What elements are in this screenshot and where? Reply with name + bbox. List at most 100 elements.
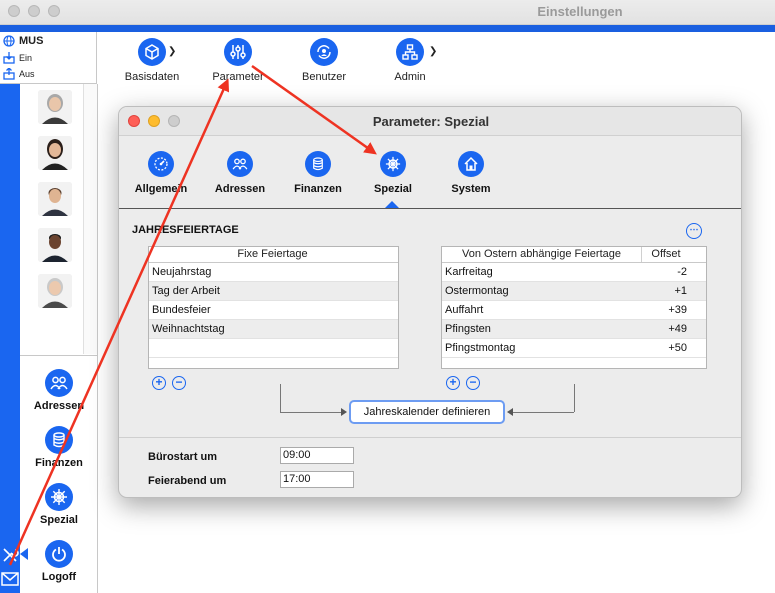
house-icon (458, 151, 484, 177)
remove-easter-button[interactable]: − (466, 376, 480, 390)
sidebar-item-spezial[interactable]: Spezial (20, 483, 98, 526)
cell-name: Neujahrstag (152, 266, 212, 278)
user-avatar[interactable] (38, 136, 72, 170)
sidebar-item-adressen[interactable]: Adressen (20, 369, 98, 412)
tab-label: System (451, 183, 491, 195)
people-icon (45, 369, 73, 397)
table-row[interactable]: Auffahrt +39 (442, 301, 706, 320)
fixed-holidays-table: Fixe Feiertage Neujahrstag Tag der Arbei… (148, 246, 399, 369)
chevron-down-icon[interactable]: ❯ (429, 46, 437, 57)
cell-offset: +1 (674, 285, 687, 297)
bracket-line (513, 412, 574, 413)
login-out-button[interactable]: Aus (3, 68, 35, 80)
gauge-icon (148, 151, 174, 177)
toolbar-label: Basisdaten (124, 71, 180, 83)
cell-name: Auffahrt (445, 304, 484, 316)
tab-system[interactable]: System (431, 151, 511, 195)
office-end-field[interactable]: 17:00 (280, 471, 354, 488)
cell-offset: +50 (668, 342, 687, 354)
office-start-field[interactable]: 09:00 (280, 447, 354, 464)
table-row[interactable]: Pfingsten +49 (442, 320, 706, 339)
user-avatar[interactable] (38, 274, 72, 308)
section-title: JAHRESFEIERTAGE (132, 224, 239, 236)
coins-icon (45, 426, 73, 454)
power-icon (45, 540, 73, 568)
window-title-bar: Einstellungen (0, 0, 775, 25)
table-row[interactable]: Neujahrstag (149, 263, 398, 282)
column-header[interactable]: Fixe Feiertage (149, 247, 396, 262)
bracket-arrow (507, 408, 513, 416)
cell-name: Pfingsten (445, 323, 491, 335)
sidebar-divider (20, 355, 98, 356)
dialog-title-bar: Parameter: Spezial (119, 107, 741, 136)
table-row[interactable]: Bundesfeier (149, 301, 398, 320)
tab-allgemein[interactable]: Allgemein (121, 151, 201, 195)
logoff-button[interactable]: Logoff (20, 540, 98, 583)
cell-offset: +39 (668, 304, 687, 316)
office-start-label: Bürostart um (148, 451, 218, 463)
bracket-line (280, 412, 342, 413)
toolbar-basisdaten[interactable]: ❯ Basisdaten (124, 38, 180, 83)
column-header[interactable]: Offset (642, 247, 690, 262)
cell-name: Ostermontag (445, 285, 509, 297)
table-row[interactable] (149, 339, 398, 358)
tab-adressen[interactable]: Adressen (200, 151, 280, 195)
table-row[interactable]: Karfreitag -2 (442, 263, 706, 282)
zoom-window-button[interactable] (48, 5, 60, 17)
login-in-button[interactable]: Ein (3, 52, 32, 64)
cell-offset: +49 (668, 323, 687, 335)
bracket-line (574, 384, 575, 412)
toolbar-parameter[interactable]: Parameter (210, 38, 266, 83)
tab-label: Adressen (214, 183, 266, 195)
login-icon (3, 52, 15, 64)
cell-name: Karfreitag (445, 266, 493, 278)
tab-label: Spezial (374, 183, 412, 195)
table-row[interactable]: Pfingstmontag +50 (442, 339, 706, 358)
toolbar-admin[interactable]: ❯ Admin (382, 38, 438, 83)
sidebar-item-label: Finanzen (35, 457, 83, 469)
sidebar-item-finanzen[interactable]: Finanzen (20, 426, 98, 469)
table-body: Neujahrstag Tag der Arbeit Bundesfeier W… (149, 263, 398, 358)
tab-label: Finanzen (294, 183, 342, 195)
toolbar-benutzer[interactable]: Benutzer (296, 38, 352, 83)
more-options-button[interactable]: ⋯ (686, 223, 702, 239)
mail-icon[interactable] (1, 572, 19, 586)
user-avatar[interactable] (38, 182, 72, 216)
logout-icon (3, 68, 15, 80)
chevron-down-icon[interactable]: ❯ (168, 46, 176, 57)
sliders-icon (224, 38, 252, 66)
cell-name (149, 339, 155, 357)
tab-separator (119, 208, 741, 209)
toolbar-label: Benutzer (301, 71, 347, 83)
tab-finanzen[interactable]: Finanzen (278, 151, 358, 195)
toolbar-label: Parameter (212, 71, 264, 83)
table-row[interactable]: Tag der Arbeit (149, 282, 398, 301)
window-title: Einstellungen (537, 4, 623, 19)
bracket-line (280, 384, 281, 412)
tools-icon[interactable] (1, 546, 19, 564)
add-fixed-button[interactable]: + (152, 376, 166, 390)
left-blue-strip (0, 32, 20, 593)
easter-holidays-table: Von Ostern abhängige Feiertage Offset Ka… (441, 246, 707, 369)
section-divider (119, 437, 741, 438)
user-list-scrollbar[interactable] (83, 84, 97, 354)
user-row: MUS (3, 35, 43, 47)
user-avatar[interactable] (38, 90, 72, 124)
table-header: Fixe Feiertage (149, 247, 398, 263)
column-header[interactable]: Von Ostern abhängige Feiertage (442, 247, 642, 262)
user-avatar[interactable] (38, 228, 72, 262)
cell-name: Bundesfeier (152, 304, 211, 316)
dialog-title: Parameter: Spezial (372, 114, 490, 129)
table-header: Von Ostern abhängige Feiertage Offset (442, 247, 706, 263)
sidebar-item-label: Logoff (41, 571, 77, 583)
tab-spezial[interactable]: Spezial (353, 151, 433, 195)
close-window-button[interactable] (8, 5, 20, 17)
table-row[interactable]: Ostermontag +1 (442, 282, 706, 301)
minimize-window-button[interactable] (28, 5, 40, 17)
table-row[interactable]: Weihnachtstag (149, 320, 398, 339)
cell-name: Pfingstmontag (445, 342, 516, 354)
define-calendar-button[interactable]: Jahreskalender definieren (349, 400, 505, 424)
remove-fixed-button[interactable]: − (172, 376, 186, 390)
add-easter-button[interactable]: + (446, 376, 460, 390)
cell-name: Tag der Arbeit (152, 285, 220, 297)
